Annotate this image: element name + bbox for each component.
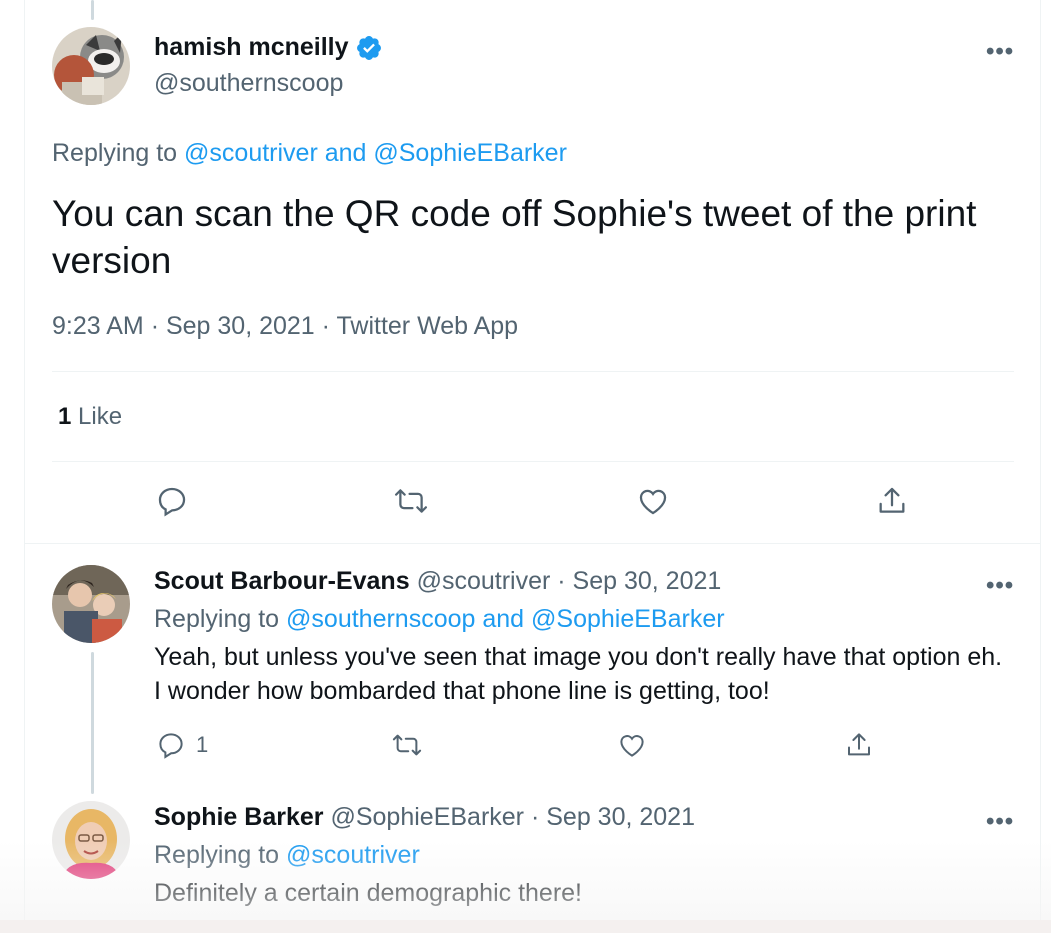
reply-1-header: Scout Barbour-Evans @scoutriver · Sep 30… bbox=[154, 567, 721, 596]
likes-count-link[interactable]: 1 Like bbox=[58, 403, 122, 431]
reply-1-separator: · bbox=[557, 567, 566, 595]
reply-1-replying-to: Replying to @southernscoop and @SophieEB… bbox=[154, 605, 725, 634]
meta-separator: · bbox=[150, 312, 160, 340]
avatar-scout[interactable] bbox=[52, 565, 130, 643]
reply-2-more-icon[interactable]: ••• bbox=[986, 808, 1014, 836]
reply-button[interactable] bbox=[155, 484, 189, 518]
reply-1-more-icon[interactable]: ••• bbox=[986, 572, 1014, 600]
reply-2-date[interactable]: Sep 30, 2021 bbox=[546, 803, 695, 831]
reply-icon bbox=[158, 487, 186, 517]
column-border-right bbox=[1040, 0, 1041, 920]
main-author-name[interactable]: hamish mcneilly bbox=[154, 33, 349, 62]
divider bbox=[52, 461, 1014, 462]
avatar-sophie-image bbox=[52, 801, 130, 879]
retweet-icon bbox=[394, 489, 428, 513]
share-icon bbox=[879, 487, 905, 513]
reply-2-replying-links[interactable]: @scoutriver bbox=[286, 841, 420, 869]
reply-2-replying-prefix: Replying to bbox=[154, 841, 280, 869]
reply-1-retweet-button[interactable] bbox=[390, 730, 424, 760]
main-tweet-text: You can scan the QR code off Sophie's tw… bbox=[52, 193, 977, 281]
reply-2-text: Definitely a certain demographic there! bbox=[154, 879, 583, 907]
likes-count: 1 bbox=[58, 403, 72, 430]
reply-1-reply-button[interactable]: 1 bbox=[156, 730, 208, 760]
like-icon bbox=[639, 489, 667, 515]
reply-1-replying-links[interactable]: @southernscoop and @SophieEBarker bbox=[286, 605, 725, 633]
avatar-sophie[interactable] bbox=[52, 801, 130, 879]
reply-1-share-button[interactable] bbox=[844, 730, 874, 760]
bottom-strip bbox=[0, 920, 1051, 933]
main-author-handle[interactable]: @southernscoop bbox=[154, 69, 343, 98]
likes-label: Like bbox=[78, 403, 123, 430]
reply-2-header: Sophie Barker @SophieEBarker · Sep 30, 2… bbox=[154, 803, 695, 832]
reply-1-handle[interactable]: @scoutriver bbox=[417, 567, 551, 595]
reply-2-author-name[interactable]: Sophie Barker bbox=[154, 803, 324, 831]
thread-connector bbox=[91, 652, 94, 794]
reply-2-replying-to: Replying to @scoutriver bbox=[154, 841, 420, 870]
more-options-icon[interactable]: ••• bbox=[986, 38, 1014, 66]
retweet-button[interactable] bbox=[392, 484, 430, 518]
main-replying-to: Replying to @scoutriver and @SophieEBark… bbox=[52, 139, 567, 168]
section-divider bbox=[24, 543, 1040, 544]
reply-1-date[interactable]: Sep 30, 2021 bbox=[573, 567, 722, 595]
replying-to-links[interactable]: @scoutriver and @SophieEBarker bbox=[184, 139, 567, 167]
share-icon bbox=[848, 733, 870, 756]
avatar-hamish-image bbox=[52, 27, 130, 105]
reply-1-reply-count: 1 bbox=[196, 732, 209, 757]
reply-1-like-button[interactable] bbox=[617, 730, 647, 760]
main-author-name-row[interactable]: hamish mcneilly bbox=[154, 33, 383, 62]
reply-2-separator: · bbox=[530, 803, 540, 831]
column-border-left bbox=[24, 0, 25, 920]
divider bbox=[52, 371, 1014, 372]
reply-2-handle[interactable]: @SophieEBarker bbox=[330, 803, 524, 831]
share-button[interactable] bbox=[875, 484, 909, 518]
main-tweet-meta: 9:23 AM · Sep 30, 2021 · Twitter Web App bbox=[52, 312, 518, 341]
meta-separator: · bbox=[321, 312, 330, 340]
like-icon bbox=[620, 735, 644, 757]
avatar-hamish[interactable] bbox=[52, 27, 130, 105]
tweet-time[interactable]: 9:23 AM bbox=[52, 312, 144, 340]
tweet-source[interactable]: Twitter Web App bbox=[337, 312, 519, 340]
like-button[interactable] bbox=[636, 484, 670, 518]
reply-1-replying-prefix: Replying to bbox=[154, 605, 280, 633]
reply-icon bbox=[159, 733, 183, 759]
tweet-thread-page: hamish mcneilly @southernscoop ••• Reply… bbox=[0, 0, 1051, 933]
reply-1-text: Yeah, but unless you've seen that image … bbox=[154, 643, 1003, 705]
retweet-icon bbox=[392, 734, 422, 756]
verified-badge-icon bbox=[355, 34, 383, 62]
thread-connector-top bbox=[91, 0, 94, 20]
replying-prefix: Replying to bbox=[52, 139, 178, 167]
reply-1-author-name[interactable]: Scout Barbour-Evans bbox=[154, 567, 410, 595]
tweet-date[interactable]: Sep 30, 2021 bbox=[166, 312, 315, 340]
avatar-scout-image bbox=[52, 565, 130, 643]
